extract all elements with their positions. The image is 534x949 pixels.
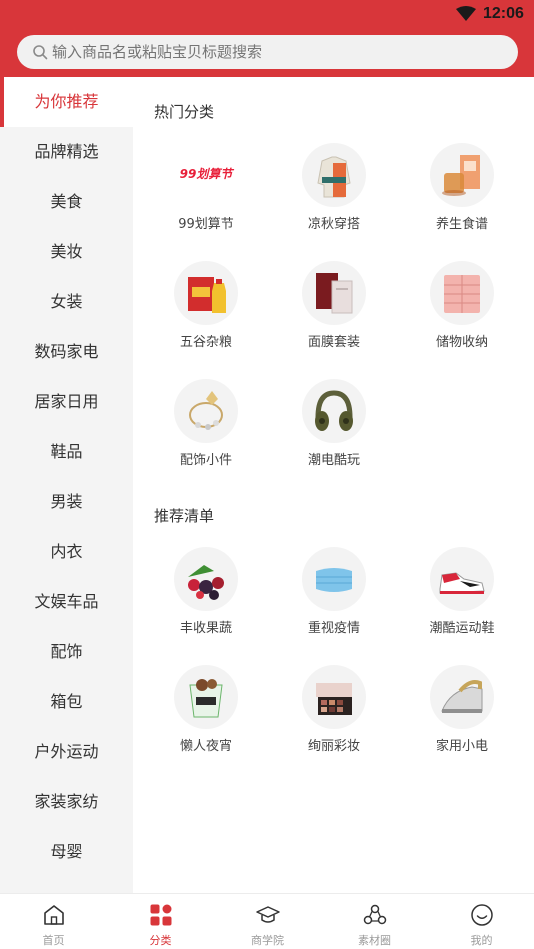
hot-item-label: 五谷杂粮 [179,335,232,350]
rec-item-label: 家用小电 [435,739,488,754]
bottom-nav: 首页 分类 商学院 素材圈 我的 [0,893,534,949]
hot-item-label: 储物收纳 [435,335,488,350]
jacket-icon [302,143,366,207]
search-input[interactable] [52,35,492,69]
hot-item-gadgets[interactable]: 潮电酷玩 [279,379,389,489]
hot-item-label: 养生食谱 [435,217,488,232]
hot-item-label: 99划算节 [178,217,234,232]
rec-item-sneakers[interactable]: 潮酷运动鞋 [407,547,517,657]
graduation-cap-icon [256,906,280,923]
sidebar-item-bags[interactable]: 箱包 [0,677,133,727]
sidebar-item-food[interactable]: 美食 [0,177,133,227]
sidebar-item-furnishing[interactable]: 家装家纺 [0,777,133,827]
search-bar[interactable] [17,35,518,69]
hot-item-autumn-wear[interactable]: 凉秋穿搭 [279,143,389,253]
iron-icon [430,665,494,729]
sidebar-item-women[interactable]: 女装 [0,277,133,327]
snack-icon [174,665,238,729]
hot-item-face-masks[interactable]: 面膜套装 [279,261,389,371]
category-sidebar: 为你推荐 品牌精选 美食 美妆 女装 数码家电 居家日用 鞋品 男装 内衣 文娱… [0,77,133,893]
sidebar-item-entertainment[interactable]: 文娱车品 [0,577,133,627]
nav-profile[interactable]: 我的 [428,894,534,949]
nav-category[interactable]: 分类 [107,894,214,949]
hot-item-accessories[interactable]: 配饰小件 [151,379,261,489]
sidebar-item-recommended[interactable]: 为你推荐 [0,77,133,127]
hot-item-label: 面膜套装 [307,335,360,350]
sidebar-item-outdoor[interactable]: 户外运动 [0,727,133,777]
search-icon [33,45,48,60]
sidebar-item-underwear[interactable]: 内衣 [0,527,133,577]
rec-item-label: 潮酷运动鞋 [429,621,495,636]
nav-label: 分类 [149,934,172,947]
sidebar-item-beauty[interactable]: 美妆 [0,227,133,277]
nav-label: 我的 [470,934,493,947]
sidebar-item-digital[interactable]: 数码家电 [0,327,133,377]
app-header: 12:06 [0,0,534,77]
hot-item-label: 凉秋穿搭 [307,217,360,232]
sidebar-item-accessories[interactable]: 配饰 [0,627,133,677]
rec-item-label: 重视疫情 [307,621,360,636]
sidebar-item-home[interactable]: 居家日用 [0,377,133,427]
recommend-section-title: 推荐清单 [154,507,215,525]
bracelet-icon [174,379,238,443]
sidebar-item-men[interactable]: 男装 [0,477,133,527]
hot-section-title: 热门分类 [154,103,215,121]
category-icon [150,904,172,926]
sneaker-icon [430,547,494,611]
hot-item-label: 配饰小件 [179,453,232,468]
99-promo-badge-text: 99划算节 [179,167,233,181]
rec-item-label: 懒人夜宵 [179,739,232,754]
category-content: 热门分类 99划算节 99划算节 凉秋穿搭 养生食谱 五谷杂粮 面膜套装 储物收… [133,77,534,893]
nav-label: 商学院 [251,934,284,947]
sidebar-item-baby[interactable]: 母婴 [0,827,133,877]
material-circle-icon [363,904,387,925]
tea-icon [430,143,494,207]
rec-item-label: 丰收果蔬 [179,621,232,636]
nav-home[interactable]: 首页 [0,894,107,949]
fruit-icon [174,547,238,611]
nav-materials[interactable]: 素材圈 [321,894,428,949]
nav-academy[interactable]: 商学院 [214,894,321,949]
home-icon [44,905,64,925]
medical-mask-icon [302,547,366,611]
rec-item-epidemic[interactable]: 重视疫情 [279,547,389,657]
nav-label: 首页 [42,934,65,947]
status-bar: 12:06 [0,0,534,30]
nav-label: 素材圈 [358,934,391,947]
sidebar-item-brands[interactable]: 品牌精选 [0,127,133,177]
wifi-icon [456,6,476,21]
rec-item-label: 绚丽彩妆 [307,739,360,754]
hot-item-health-recipes[interactable]: 养生食谱 [407,143,517,253]
hot-item-99-promo[interactable]: 99划算节 99划算节 [151,143,261,253]
rec-item-makeup[interactable]: 绚丽彩妆 [279,665,389,775]
rec-item-fruits[interactable]: 丰收果蔬 [151,547,261,657]
hot-item-grains[interactable]: 五谷杂粮 [151,261,261,371]
hot-item-label: 潮电酷玩 [307,453,360,468]
eyeshadow-icon [302,665,366,729]
sidebar-item-shoes[interactable]: 鞋品 [0,427,133,477]
headphones-icon [302,379,366,443]
rec-item-appliances[interactable]: 家用小电 [407,665,517,775]
99-promo-icon: 99划算节 [174,143,238,207]
rec-item-snacks[interactable]: 懒人夜宵 [151,665,261,775]
status-time: 12:06 [483,5,524,22]
drawer-icon [430,261,494,325]
hot-item-storage[interactable]: 储物收纳 [407,261,517,371]
face-mask-icon [302,261,366,325]
profile-icon [471,904,493,926]
rice-oil-icon [174,261,238,325]
